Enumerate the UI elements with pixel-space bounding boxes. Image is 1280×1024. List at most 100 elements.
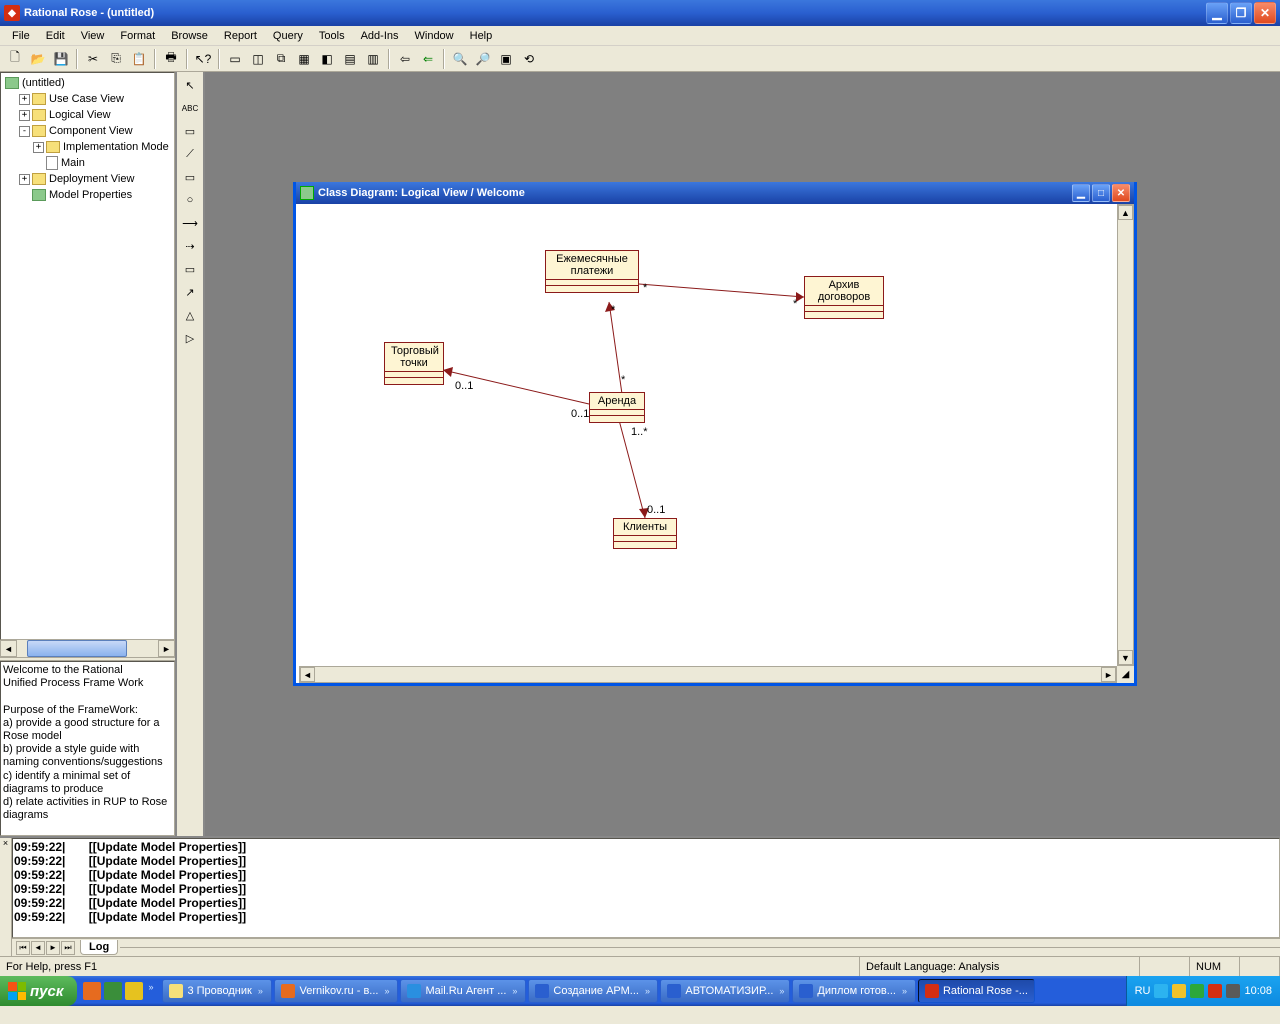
- menu-format[interactable]: Format: [112, 28, 163, 44]
- tree-item[interactable]: +Use Case View: [3, 91, 172, 107]
- tray-icon[interactable]: [1208, 984, 1222, 998]
- package-tool[interactable]: ▭: [179, 258, 201, 280]
- tray-icon[interactable]: [1226, 984, 1240, 998]
- menu-help[interactable]: Help: [462, 28, 501, 44]
- class-sales-points[interactable]: Торговый точки: [384, 342, 444, 385]
- browse-prev-button[interactable]: ⇦: [394, 48, 416, 70]
- maximize-button[interactable]: ❐: [1230, 2, 1252, 24]
- diagram5-button[interactable]: ◧: [316, 48, 338, 70]
- ql-icon[interactable]: [104, 982, 122, 1000]
- scroll-up-button[interactable]: ▲: [1118, 205, 1133, 220]
- menu-view[interactable]: View: [73, 28, 113, 44]
- scroll-left-button[interactable]: ◄: [0, 640, 17, 657]
- menu-edit[interactable]: Edit: [38, 28, 73, 44]
- log-output[interactable]: 09:59:22| [[Update Model Properties]]09:…: [12, 838, 1280, 938]
- menu-browse[interactable]: Browse: [163, 28, 216, 44]
- taskbar-button[interactable]: 3 Проводник»: [162, 979, 272, 1003]
- assoc2-tool[interactable]: ⇢: [179, 235, 201, 257]
- diagram6-button[interactable]: ▤: [339, 48, 361, 70]
- tree-item[interactable]: Model Properties: [3, 187, 172, 203]
- menu-file[interactable]: File: [4, 28, 38, 44]
- assoc-tool[interactable]: ⟶: [179, 212, 201, 234]
- child-close-button[interactable]: ✕: [1112, 184, 1130, 202]
- menu-tools[interactable]: Tools: [311, 28, 353, 44]
- diagram3-button[interactable]: ⧉: [270, 48, 292, 70]
- child-minimize-button[interactable]: ▁: [1072, 184, 1090, 202]
- close-button[interactable]: ✕: [1254, 2, 1276, 24]
- depend-tool[interactable]: ↗: [179, 281, 201, 303]
- menu-addins[interactable]: Add-Ins: [353, 28, 407, 44]
- tree-item[interactable]: +Logical View: [3, 107, 172, 123]
- general-tool[interactable]: △: [179, 304, 201, 326]
- diagram1-button[interactable]: ▭: [224, 48, 246, 70]
- new-button[interactable]: 🗋: [4, 48, 26, 70]
- taskbar-button[interactable]: Диплом готов...»: [792, 979, 916, 1003]
- scroll-down-button[interactable]: ▼: [1118, 650, 1133, 665]
- start-button[interactable]: пуск: [0, 976, 77, 1006]
- minimize-button[interactable]: ▁: [1206, 2, 1228, 24]
- class-clients[interactable]: Клиенты: [613, 518, 677, 549]
- text-tool[interactable]: ABC: [179, 97, 201, 119]
- browse-back-button[interactable]: ⇐: [417, 48, 439, 70]
- menu-window[interactable]: Window: [407, 28, 462, 44]
- documentation-panel[interactable]: Welcome to the Rational Unified Process …: [0, 661, 175, 836]
- canvas-vscrollbar[interactable]: ▲ ▼: [1117, 204, 1134, 666]
- scroll-left-button[interactable]: ◄: [300, 667, 315, 682]
- log-tab[interactable]: Log: [80, 940, 118, 955]
- scroll-thumb[interactable]: [27, 640, 127, 657]
- tray-icon[interactable]: [1172, 984, 1186, 998]
- log-close-button[interactable]: ×: [0, 838, 12, 956]
- menu-query[interactable]: Query: [265, 28, 311, 44]
- taskbar-button[interactable]: Mail.Ru Агент ...»: [400, 979, 526, 1003]
- pointer-tool[interactable]: ↖: [179, 74, 201, 96]
- class-contract-archive[interactable]: Архив договоров: [804, 276, 884, 319]
- zoom-in-button[interactable]: 🔍: [449, 48, 471, 70]
- resize-grip[interactable]: ◢: [1117, 666, 1134, 683]
- zoom-out-button[interactable]: 🔎: [472, 48, 494, 70]
- note-tool[interactable]: ▭: [179, 120, 201, 142]
- child-maximize-button[interactable]: □: [1092, 184, 1110, 202]
- class-tool[interactable]: ▭: [179, 166, 201, 188]
- tree-scrollbar[interactable]: ◄ ►: [0, 640, 175, 657]
- clock[interactable]: 10:08: [1244, 985, 1272, 997]
- browser-tree[interactable]: (untitled) +Use Case View +Logical View …: [0, 72, 175, 640]
- diagram7-button[interactable]: ▥: [362, 48, 384, 70]
- tree-item[interactable]: Main: [3, 155, 172, 171]
- help-cursor-button[interactable]: ↖?: [192, 48, 214, 70]
- paste-button[interactable]: 📋: [128, 48, 150, 70]
- menu-report[interactable]: Report: [216, 28, 265, 44]
- ql-overflow-icon[interactable]: »: [148, 982, 153, 1000]
- canvas-hscrollbar[interactable]: ◄ ►: [299, 666, 1117, 683]
- scroll-right-button[interactable]: ►: [158, 640, 175, 657]
- log-last-button[interactable]: ⏭: [61, 941, 75, 955]
- diagram4-button[interactable]: ▦: [293, 48, 315, 70]
- tree-root[interactable]: (untitled): [3, 75, 172, 91]
- diagram-titlebar[interactable]: Class Diagram: Logical View / Welcome ▁ …: [296, 182, 1134, 204]
- taskbar-button[interactable]: АВТОМАТИЗИР...»: [660, 979, 790, 1003]
- copy-button[interactable]: ⎘: [105, 48, 127, 70]
- class-rent[interactable]: Аренда: [589, 392, 645, 423]
- ql-icon[interactable]: [125, 982, 143, 1000]
- scroll-right-button[interactable]: ►: [1101, 667, 1116, 682]
- tray-icon[interactable]: [1154, 984, 1168, 998]
- realize-tool[interactable]: ▷: [179, 327, 201, 349]
- taskbar-button[interactable]: Создание АРМ...»: [528, 979, 658, 1003]
- print-button[interactable]: 🖶: [160, 48, 182, 70]
- open-button[interactable]: 📂: [27, 48, 49, 70]
- fit-button[interactable]: ▣: [495, 48, 517, 70]
- class-monthly-payments[interactable]: Ежемесячные платежи: [545, 250, 639, 293]
- undo-zoom-button[interactable]: ⟲: [518, 48, 540, 70]
- save-button[interactable]: 💾: [50, 48, 72, 70]
- log-first-button[interactable]: ⏮: [16, 941, 30, 955]
- tree-item[interactable]: -Component View: [3, 123, 172, 139]
- tree-item[interactable]: +Implementation Mode: [3, 139, 172, 155]
- taskbar-button[interactable]: Rational Rose -...: [918, 979, 1035, 1003]
- language-indicator[interactable]: RU: [1135, 985, 1151, 997]
- interface-tool[interactable]: ○: [179, 189, 201, 211]
- tray-icon[interactable]: [1190, 984, 1204, 998]
- tree-item[interactable]: +Deployment View: [3, 171, 172, 187]
- diagram-canvas[interactable]: Ежемесячные платежи Архив договоров Торг…: [299, 204, 1117, 666]
- anchor-tool[interactable]: ⟋: [179, 143, 201, 165]
- cut-button[interactable]: ✂: [82, 48, 104, 70]
- ql-icon[interactable]: [83, 982, 101, 1000]
